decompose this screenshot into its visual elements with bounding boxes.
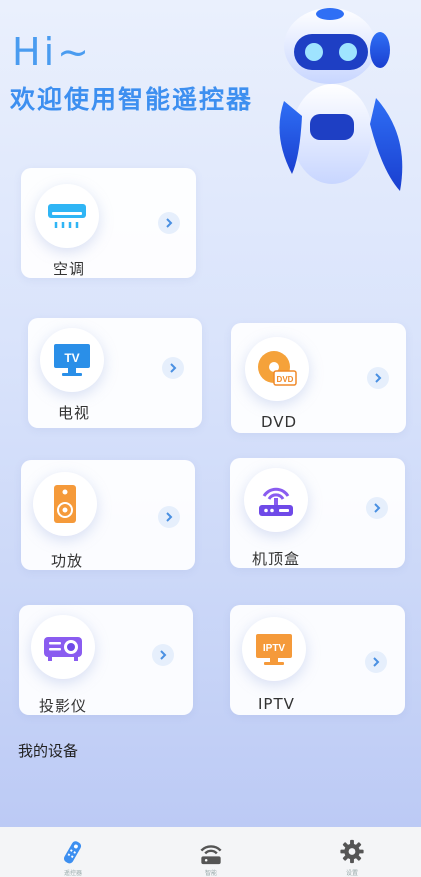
iptv-icon-text: IPTV — [263, 643, 286, 654]
projector-icon-circle — [31, 615, 95, 679]
welcome-title: 欢迎使用智能遥控器 — [10, 85, 254, 114]
gear-icon — [340, 839, 364, 864]
chevron-right-icon[interactable] — [158, 212, 180, 234]
device-card-amplifier[interactable]: 功放 — [21, 460, 195, 570]
router-icon — [259, 487, 293, 516]
remote-control-icon — [63, 841, 82, 864]
tab-remote-label: 遥控器 — [63, 870, 82, 877]
chevron-right-icon[interactable] — [367, 367, 389, 389]
network-icon — [200, 845, 222, 865]
device-card-dvd[interactable]: DVD DVD — [231, 323, 406, 433]
bottom-tab-bar: 遥控器 智能 设置 — [0, 827, 421, 877]
tab-settings[interactable]: 设置 — [332, 837, 372, 877]
dvd-icon-circle: DVD — [245, 337, 309, 401]
amp-icon-circle — [33, 472, 97, 536]
tab-remote[interactable]: 遥控器 — [53, 837, 93, 877]
device-label-tv: 电视 — [58, 404, 91, 422]
dvd-icon: DVD — [258, 351, 297, 386]
tv-icon: TV — [54, 344, 90, 376]
chevron-right-icon[interactable] — [158, 506, 180, 528]
greeting-text: Hi~ — [12, 30, 92, 74]
tab-smart[interactable]: 智能 — [191, 837, 231, 877]
chevron-right-icon[interactable] — [366, 497, 388, 519]
device-card-ac[interactable]: 空调 — [21, 168, 196, 278]
dvd-icon-text: DVD — [277, 375, 294, 384]
header: Hi~ 欢迎使用智能遥控器 — [0, 0, 421, 191]
chevron-right-icon[interactable] — [162, 357, 184, 379]
tab-smart-label: 智能 — [204, 870, 217, 877]
my-devices-title: 我的设备 — [18, 742, 79, 760]
tv-icon-circle: TV — [40, 328, 104, 392]
tv-icon-text: TV — [64, 351, 79, 365]
stb-icon-circle — [244, 468, 308, 532]
projector-icon — [44, 637, 82, 661]
device-label-set-top-box: 机顶盒 — [252, 550, 301, 568]
tab-settings-label: 设置 — [345, 870, 358, 877]
device-card-iptv[interactable]: IPTV IPTV — [230, 605, 405, 715]
device-label-iptv: IPTV — [258, 695, 295, 713]
device-label-ac: 空调 — [53, 260, 86, 278]
device-label-amplifier: 功放 — [51, 552, 84, 570]
device-card-set-top-box[interactable]: 机顶盒 — [230, 458, 405, 568]
robot-mascot-icon — [279, 8, 403, 191]
chevron-right-icon[interactable] — [365, 651, 387, 673]
device-card-tv[interactable]: TV 电视 — [28, 318, 202, 428]
device-label-projector: 投影仪 — [39, 697, 88, 715]
device-label-dvd: DVD — [261, 413, 298, 431]
iptv-icon: IPTV — [256, 634, 292, 665]
chevron-right-icon[interactable] — [152, 644, 174, 666]
device-card-projector[interactable]: 投影仪 — [19, 605, 193, 715]
speaker-icon — [54, 485, 76, 523]
iptv-icon-circle: IPTV — [242, 617, 306, 681]
air-conditioner-icon — [48, 204, 86, 228]
ac-icon-circle — [35, 184, 99, 248]
